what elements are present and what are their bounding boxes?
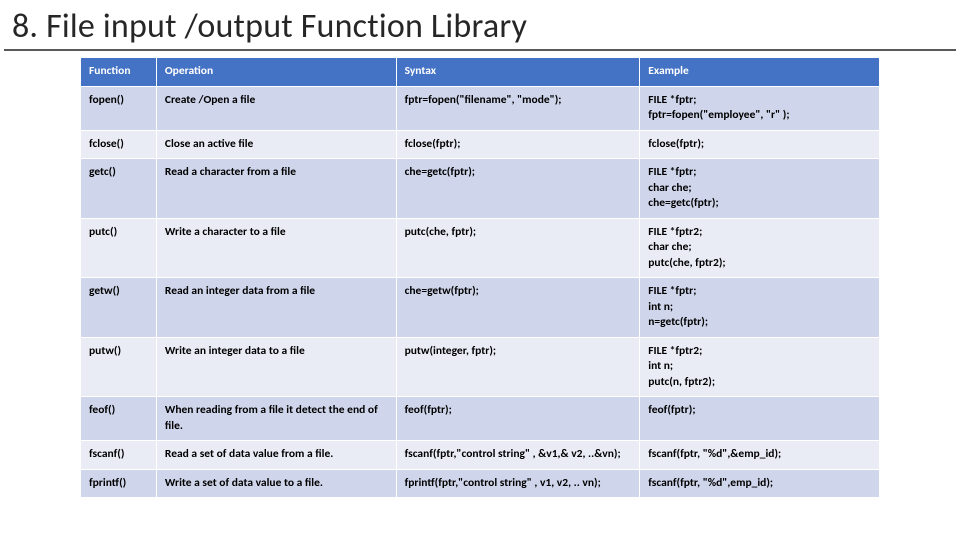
- cell-syntax: putw(integer, fptr);: [396, 337, 640, 397]
- cell-op: Write a character to a file: [156, 218, 396, 278]
- table-body: fopen() Create /Open a file fptr=fopen("…: [81, 86, 880, 498]
- cell-func: feof(): [81, 397, 157, 441]
- cell-example: FILE *fptr2;int n;putc(n, fptr2);: [640, 337, 880, 397]
- cell-syntax: fscanf(fptr,"control string" , &v1,& v2,…: [396, 441, 640, 470]
- cell-func: fopen(): [81, 86, 157, 130]
- table-row: putc() Write a character to a file putc(…: [81, 218, 880, 278]
- table-header-row: Function Operation Syntax Example: [81, 58, 880, 87]
- cell-syntax: che=getc(fptr);: [396, 159, 640, 219]
- cell-example: FILE *fptr2;char che;putc(che, fptr2);: [640, 218, 880, 278]
- table-row: feof() When reading from a file it detec…: [81, 397, 880, 441]
- cell-example: fscanf(fptr, "%d",&emp_id);: [640, 441, 880, 470]
- cell-op: Close an active file: [156, 130, 396, 159]
- cell-op: Read an integer data from a file: [156, 278, 396, 338]
- cell-func: putc(): [81, 218, 157, 278]
- cell-func: fprintf(): [81, 469, 157, 498]
- th-example: Example: [640, 58, 880, 87]
- table-row: getw() Read an integer data from a file …: [81, 278, 880, 338]
- cell-example: FILE *fptr;int n;n=getc(fptr);: [640, 278, 880, 338]
- slide: 8. File input /output Function Library F…: [0, 0, 960, 540]
- cell-example: feof(fptr);: [640, 397, 880, 441]
- cell-syntax: che=getw(fptr);: [396, 278, 640, 338]
- table-row: fclose() Close an active file fclose(fpt…: [81, 130, 880, 159]
- cell-example: fscanf(fptr, "%d",emp_id);: [640, 469, 880, 498]
- cell-op: Read a set of data value from a file.: [156, 441, 396, 470]
- th-operation: Operation: [156, 58, 396, 87]
- cell-func: putw(): [81, 337, 157, 397]
- cell-syntax: fprintf(fptr,"control string" , v1, v2, …: [396, 469, 640, 498]
- page-title: 8. File input /output Function Library: [4, 0, 956, 51]
- cell-op: Read a character from a file: [156, 159, 396, 219]
- cell-op: Create /Open a file: [156, 86, 396, 130]
- table-row: fopen() Create /Open a file fptr=fopen("…: [81, 86, 880, 130]
- table-row: fscanf() Read a set of data value from a…: [81, 441, 880, 470]
- cell-func: getc(): [81, 159, 157, 219]
- cell-syntax: fclose(fptr);: [396, 130, 640, 159]
- th-function: Function: [81, 58, 157, 87]
- cell-func: getw(): [81, 278, 157, 338]
- cell-op: Write an integer data to a file: [156, 337, 396, 397]
- cell-func: fclose(): [81, 130, 157, 159]
- cell-syntax: feof(fptr);: [396, 397, 640, 441]
- table-row: fprintf() Write a set of data value to a…: [81, 469, 880, 498]
- cell-example: fclose(fptr);: [640, 130, 880, 159]
- th-syntax: Syntax: [396, 58, 640, 87]
- table-row: putw() Write an integer data to a file p…: [81, 337, 880, 397]
- table-row: getc() Read a character from a file che=…: [81, 159, 880, 219]
- cell-syntax: putc(che, fptr);: [396, 218, 640, 278]
- cell-example: FILE *fptr;char che;che=getc(fptr);: [640, 159, 880, 219]
- cell-func: fscanf(): [81, 441, 157, 470]
- table-container: Function Operation Syntax Example fopen(…: [0, 57, 960, 498]
- file-io-table: Function Operation Syntax Example fopen(…: [80, 57, 880, 498]
- cell-syntax: fptr=fopen("filename", "mode");: [396, 86, 640, 130]
- cell-example: FILE *fptr;fptr=fopen("employee", "r" );: [640, 86, 880, 130]
- cell-op: Write a set of data value to a file.: [156, 469, 396, 498]
- cell-op: When reading from a file it detect the e…: [156, 397, 396, 441]
